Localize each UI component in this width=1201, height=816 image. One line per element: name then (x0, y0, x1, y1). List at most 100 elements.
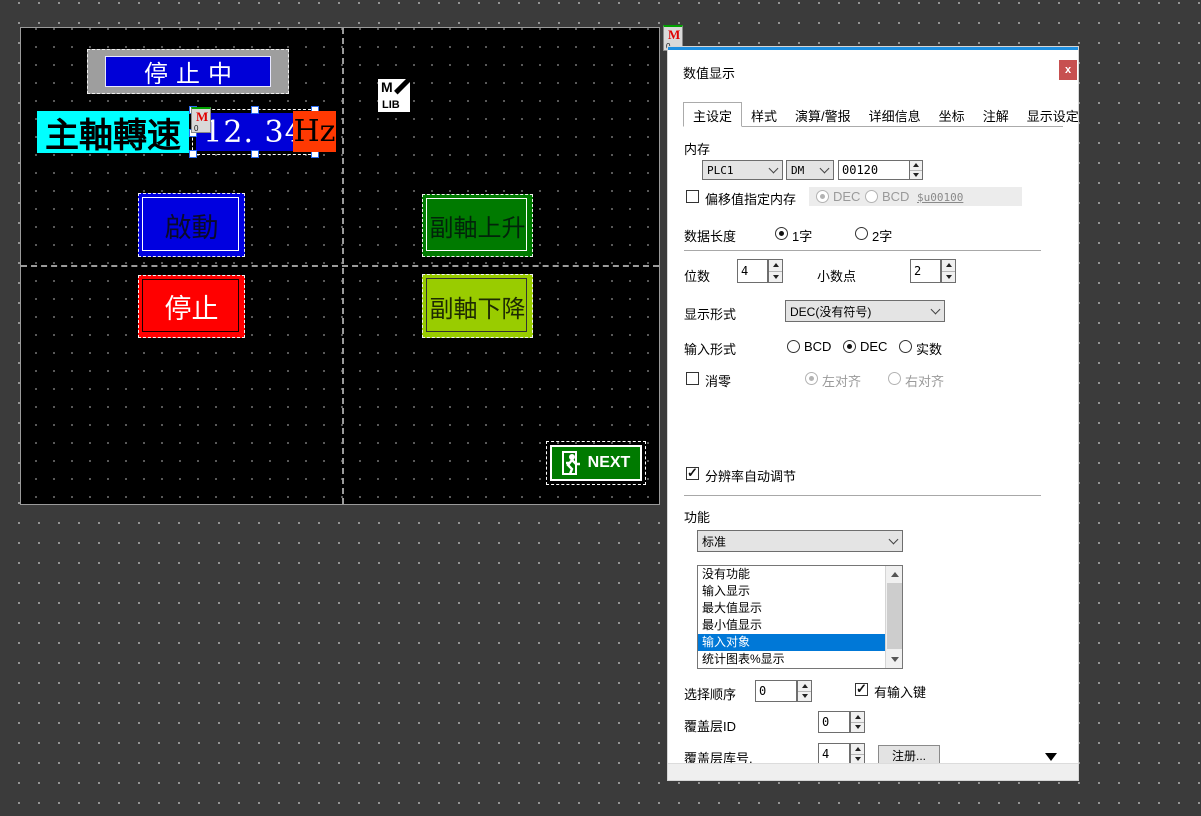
input-format-label: 输入形式 (684, 339, 736, 358)
button-inner-frame (142, 197, 239, 251)
tab-display-settings[interactable]: 显示设定 (1018, 102, 1088, 126)
start-button[interactable]: 啟動 (138, 193, 245, 257)
function-listbox[interactable]: 没有功能 输入显示 最大值显示 最小值显示 输入对象 统计图表%显示 (697, 565, 903, 669)
address-spinner[interactable] (909, 160, 923, 180)
input-key-checkbox[interactable] (855, 683, 868, 696)
offset-memory-checkbox[interactable] (686, 190, 699, 203)
status-lamp-label: 停止中 (105, 56, 271, 87)
spin-up-icon (855, 715, 861, 719)
tab-main-settings[interactable]: 主设定 (683, 102, 742, 127)
list-item[interactable]: 最大值显示 (698, 600, 902, 617)
tab-operation-alarm[interactable]: 演算/警报 (786, 102, 860, 126)
overlay-id-spinner[interactable] (850, 711, 865, 733)
address-input[interactable] (838, 160, 910, 180)
input-real-radio[interactable] (899, 340, 912, 353)
button-inner-frame (426, 198, 527, 251)
select-order-label: 选择顺序 (684, 684, 736, 703)
select-order-spinner[interactable] (797, 680, 812, 702)
selection-handle[interactable] (251, 106, 259, 114)
register-button[interactable]: 注册... (878, 745, 940, 765)
overlay-id-label: 覆盖层ID (684, 716, 736, 735)
aux-down-button[interactable]: 副軸下降 (422, 274, 533, 338)
scrollbar-thumb[interactable] (887, 583, 902, 649)
align-right-radio (888, 372, 901, 385)
chevron-down-icon (820, 164, 830, 174)
tab-comment[interactable]: 注解 (974, 102, 1018, 126)
offset-memory-link[interactable]: $u00100 (917, 191, 963, 204)
offset-bcd-radio (865, 190, 878, 203)
scroll-down-icon (891, 657, 899, 662)
decimal-spinner[interactable] (941, 259, 956, 283)
next-screen-button[interactable]: NEXT (550, 445, 642, 481)
overlay-lib-spinner[interactable] (850, 743, 865, 765)
input-bcd-radio[interactable] (787, 340, 800, 353)
select-order-input[interactable] (755, 680, 797, 702)
length-2word-label: 2字 (872, 226, 892, 245)
input-key-label: 有输入键 (874, 682, 926, 701)
digits-input[interactable] (737, 259, 768, 283)
offset-dec-label: DEC (833, 189, 860, 204)
chevron-down-icon (889, 535, 899, 545)
spin-up-icon (802, 684, 808, 688)
overlay-lib-input[interactable] (818, 743, 850, 765)
spin-down-icon (802, 694, 808, 698)
input-dec-radio[interactable] (843, 340, 856, 353)
align-right-label: 右对齐 (905, 371, 944, 390)
digits-spinner[interactable] (768, 259, 783, 283)
button-inner-frame (142, 279, 239, 332)
list-item[interactable]: 没有功能 (698, 566, 902, 583)
list-item[interactable]: 最小值显示 (698, 617, 902, 634)
display-format-select[interactable]: DEC(没有符号) (785, 300, 945, 322)
overlay-id-input[interactable] (818, 711, 850, 733)
scroll-down-button[interactable] (886, 651, 903, 668)
selection-handle[interactable] (189, 150, 197, 158)
status-lamp-widget[interactable]: 停止中 (87, 49, 289, 94)
separator (684, 250, 1041, 251)
offset-bcd-label: BCD (882, 189, 909, 204)
mlib-placeholder-icon[interactable]: M LIB (378, 79, 410, 112)
data-length-label: 数据长度 (684, 226, 736, 245)
chevron-down-icon (931, 305, 941, 315)
function-select[interactable]: 标准 (697, 530, 903, 552)
length-2word-radio[interactable] (855, 227, 868, 240)
selection-handle[interactable] (251, 150, 259, 158)
tab-coordinates[interactable]: 坐标 (930, 102, 974, 126)
spin-down-icon (946, 275, 952, 279)
spin-down-icon (773, 275, 779, 279)
list-item[interactable]: 输入显示 (698, 583, 902, 600)
separator (684, 495, 1041, 496)
tab-details[interactable]: 详细信息 (860, 102, 930, 126)
auto-resolution-checkbox[interactable] (686, 467, 699, 480)
unit-label[interactable]: Hz (293, 111, 336, 152)
spin-down-icon (855, 725, 861, 729)
scroll-up-icon (891, 572, 899, 577)
plc-select[interactable]: PLC1 (702, 160, 783, 180)
decimal-input[interactable] (910, 259, 941, 283)
stop-button[interactable]: 停止 (138, 275, 245, 338)
list-item[interactable]: 统计图表%显示 (698, 651, 902, 668)
spin-up-icon (855, 747, 861, 751)
dialog-title: 数值显示 (683, 63, 735, 82)
spin-up-icon (946, 263, 952, 267)
align-left-label: 左对齐 (822, 371, 861, 390)
chevron-down-icon (769, 164, 779, 174)
digits-label: 位数 (684, 266, 710, 285)
part-marker-icon: M 0 (191, 107, 211, 133)
spin-up-icon (773, 263, 779, 267)
scroll-up-button[interactable] (886, 566, 903, 583)
spindle-speed-label[interactable]: 主軸轉速 (37, 111, 189, 153)
expand-more-icon[interactable] (1045, 753, 1057, 761)
close-button[interactable]: x (1059, 60, 1077, 80)
aux-up-button[interactable]: 副軸上升 (422, 194, 533, 257)
spin-up-icon (913, 163, 919, 167)
display-format-label: 显示形式 (684, 304, 736, 323)
device-select[interactable]: DM (786, 160, 834, 180)
listbox-scrollbar[interactable] (885, 566, 902, 668)
dialog-bottom-strip (668, 763, 1078, 780)
list-item-selected[interactable]: 输入对象 (698, 634, 902, 651)
tab-style[interactable]: 样式 (742, 102, 786, 126)
design-canvas[interactable]: 停止中 M LIB 主軸轉速 12. 34 M 0 Hz 啟動 停止 副軸上升 (20, 27, 660, 505)
zero-suppress-checkbox[interactable] (686, 372, 699, 385)
length-1word-radio[interactable] (775, 227, 788, 240)
length-1word-label: 1字 (792, 226, 812, 245)
